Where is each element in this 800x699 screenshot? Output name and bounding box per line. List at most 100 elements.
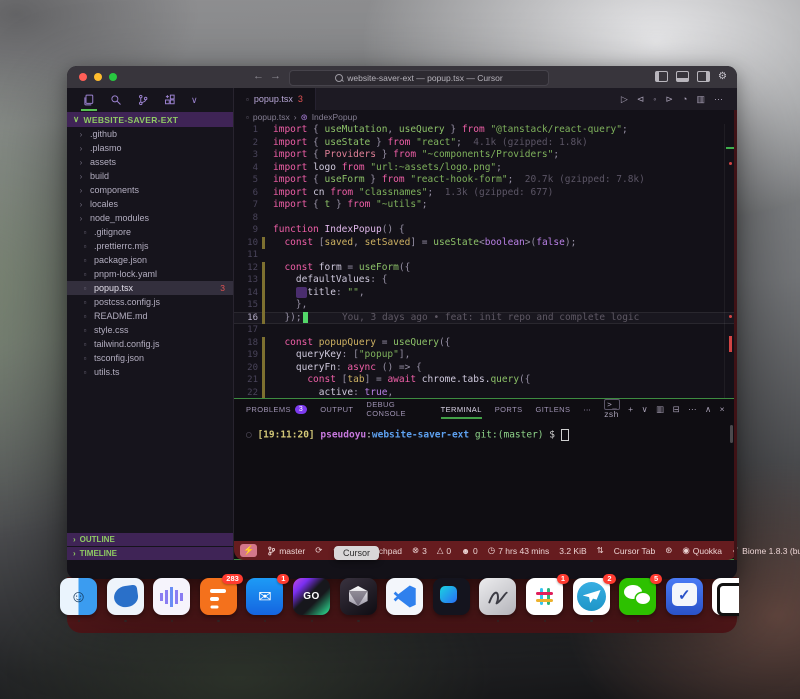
status-remote[interactable]: ⚡ — [240, 544, 257, 557]
dock-icon-vscode[interactable] — [386, 578, 423, 615]
terminal-scrollbar[interactable] — [730, 425, 733, 443]
run-timer-icon[interactable]: ◔ — [682, 94, 687, 104]
tree-item--gitignore[interactable]: ▫.gitignore — [67, 225, 233, 239]
timeline-section[interactable]: › TIMELINE — [67, 547, 233, 560]
workspace-root[interactable]: ∨ WEBSITE-SAVER-EXT — [67, 112, 233, 127]
split-editor-icon[interactable]: ▥ — [696, 94, 705, 105]
dock-icon-wechat[interactable]: 5 — [619, 578, 656, 615]
tab-popup-tsx[interactable]: ▫ popup.tsx 3 — [234, 88, 316, 110]
code-line-14[interactable]: 14 title: "", — [234, 287, 737, 300]
close-button[interactable] — [79, 73, 87, 81]
more-icon[interactable]: ⋯ — [688, 404, 697, 415]
tree-item-utils-ts[interactable]: ▫utils.ts — [67, 365, 233, 379]
tree-item-package-json[interactable]: ▫package.json — [67, 253, 233, 267]
terminal-dropdown-icon[interactable]: ∨ — [642, 404, 649, 415]
code-line-16[interactable]: 16 }); You, 3 days ago • feat: init repo… — [234, 312, 737, 325]
dock-icon-slack[interactable]: 1 — [526, 578, 563, 615]
run-icon[interactable]: ▷ — [621, 94, 628, 105]
code-line-5[interactable]: 5import { useForm } from "react-hook-for… — [234, 174, 737, 187]
dock-icon-reader[interactable]: 283 — [200, 578, 237, 615]
tree-item-pnpm-lock-yaml[interactable]: ▫pnpm-lock.yaml — [67, 267, 233, 281]
dock-icon-cursor-app[interactable] — [340, 578, 377, 615]
panel-tab-output[interactable]: OUTPUT — [320, 399, 353, 419]
status-sync[interactable]: ⟳ — [315, 545, 322, 556]
titlebar[interactable]: ←→ website-saver-ext — popup.tsx — Curso… — [67, 66, 737, 88]
status-file-size[interactable]: 3.2 KiB — [559, 546, 586, 556]
code-line-4[interactable]: 4import logo from "url:~assets/logo.png"… — [234, 162, 737, 175]
more-actions-icon[interactable]: ⋯ — [714, 94, 723, 105]
dock-icon-finder[interactable]: ☺ — [60, 578, 97, 615]
code-line-17[interactable]: 17 — [234, 324, 737, 337]
status-biome[interactable]: ✓Biome 1.8.3 (bundled) — [732, 545, 800, 556]
code-line-18[interactable]: 18 const popupQuery = useQuery({ — [234, 337, 737, 350]
code-line-9[interactable]: 9function IndexPopup() { — [234, 224, 737, 237]
dock-icon-thunderbird[interactable] — [107, 578, 144, 615]
tree-item--prettierrc-mjs[interactable]: ▫.prettierrc.mjs — [67, 239, 233, 253]
toggle-panel-icon[interactable] — [676, 71, 689, 82]
status-git-branch[interactable]: master — [267, 546, 305, 556]
extensions-icon[interactable] — [164, 94, 176, 106]
code-line-19[interactable]: 19 queryKey: ["popup"], — [234, 349, 737, 362]
code-line-1[interactable]: 1import { useMutation, useQuery } from "… — [234, 124, 737, 137]
dock-icon-waveform[interactable] — [153, 578, 190, 615]
history-nav[interactable]: ←→ — [253, 70, 287, 82]
tree-item-popup-tsx[interactable]: ▫popup.tsx3 — [67, 281, 233, 295]
code-line-11[interactable]: 11 — [234, 249, 737, 262]
code-line-12[interactable]: 12 const form = useForm({ — [234, 262, 737, 275]
search-view-icon[interactable] — [110, 94, 122, 106]
back-icon[interactable]: ← — [253, 70, 270, 82]
chevron-down-icon[interactable]: ∨ — [191, 95, 198, 106]
explorer-icon[interactable] — [83, 94, 95, 106]
tree-item-components[interactable]: ›components — [67, 183, 233, 197]
nav-back-icon[interactable]: ⊲ — [637, 94, 645, 105]
code-line-8[interactable]: 8 — [234, 212, 737, 225]
dock-icon-telegram[interactable]: 2 — [573, 578, 610, 615]
code-line-21[interactable]: 21 const [tab] = await chrome.tabs.query… — [234, 374, 737, 387]
tree-item--github[interactable]: ›.github — [67, 127, 233, 141]
shell-indicator[interactable]: >_ zsh — [604, 399, 620, 419]
status-git-compare[interactable]: ⇅ — [597, 545, 604, 556]
panel-tab-debug-console[interactable]: DEBUG CONSOLE — [366, 399, 427, 419]
dock-icon-scribble[interactable] — [479, 578, 516, 615]
nav-forward-icon[interactable]: ⊳ — [666, 94, 674, 105]
code-line-2[interactable]: 2import { useState } from "react"; 4.1k … — [234, 137, 737, 150]
code-line-7[interactable]: 7import { t } from "~utils"; — [234, 199, 737, 212]
status-quokka[interactable]: ◉Quokka — [682, 545, 722, 556]
status-errors[interactable]: ⊗3 — [412, 545, 427, 556]
new-terminal-icon[interactable]: + — [628, 404, 633, 414]
code-line-13[interactable]: 13 defaultValues: { — [234, 274, 737, 287]
code-line-3[interactable]: 3import { Providers } from "~components/… — [234, 149, 737, 162]
panel-tab-terminal[interactable]: TERMINAL — [441, 399, 482, 419]
tree-item-tailwind-config-js[interactable]: ▫tailwind.config.js — [67, 337, 233, 351]
dock-icon-clipped[interactable] — [712, 578, 739, 615]
code-line-15[interactable]: 15 }, — [234, 299, 737, 312]
dock-icon-things[interactable]: ✓ — [666, 578, 703, 615]
toggle-primary-sidebar-icon[interactable] — [655, 71, 668, 82]
status-warnings[interactable]: △0 — [437, 545, 451, 556]
panel-tab-gitlens[interactable]: GITLENS — [535, 399, 570, 419]
code-line-22[interactable]: 22 active: true, — [234, 387, 737, 399]
code-line-10[interactable]: 10 const [saved, setSaved] = useState<bo… — [234, 237, 737, 250]
window-title-search[interactable]: website-saver-ext — popup.tsx — Cursor — [289, 70, 549, 86]
panel-tab--[interactable]: ⋯ — [583, 399, 591, 419]
forward-icon[interactable]: → — [270, 70, 287, 82]
settings-gear-icon[interactable]: ⚙ — [718, 72, 727, 81]
dot-icon[interactable]: ◦ — [653, 94, 656, 104]
minimize-button[interactable] — [94, 73, 102, 81]
tree-item-tsconfig-json[interactable]: ▫tsconfig.json — [67, 351, 233, 365]
close-panel-icon[interactable]: × — [720, 404, 725, 414]
split-terminal-icon[interactable]: ▥ — [656, 404, 664, 415]
code-editor[interactable]: 1import { useMutation, useQuery } from "… — [234, 124, 737, 398]
status-feedback-count[interactable]: ☻0 — [461, 546, 478, 556]
status-cursor-tab[interactable]: Cursor Tab — [614, 546, 655, 556]
code-line-20[interactable]: 20 queryFn: async () => { — [234, 362, 737, 375]
tree-item-style-css[interactable]: ▫style.css — [67, 323, 233, 337]
panel-tab-ports[interactable]: PORTS — [495, 399, 523, 419]
zoom-button[interactable] — [109, 73, 117, 81]
dock-icon-mail[interactable]: ✉1 — [246, 578, 283, 615]
panel-tab-problems[interactable]: PROBLEMS3 — [246, 399, 307, 419]
dock-icon-goland[interactable]: GO — [293, 578, 330, 615]
tree-item-build[interactable]: ›build — [67, 169, 233, 183]
source-control-icon[interactable] — [137, 94, 149, 106]
status-gitlens[interactable]: ⊛ — [665, 545, 672, 556]
